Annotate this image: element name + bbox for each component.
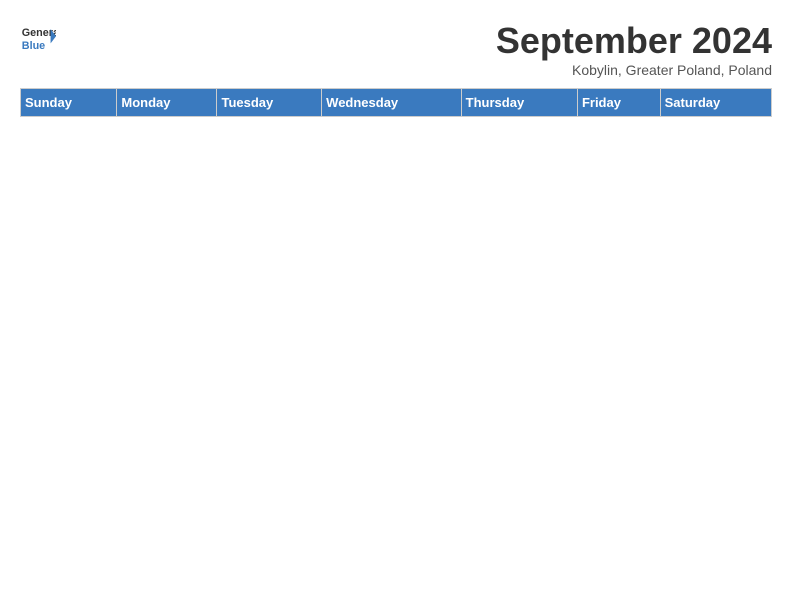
- header-tuesday: Tuesday: [217, 89, 322, 117]
- month-title: September 2024: [496, 20, 772, 62]
- header-saturday: Saturday: [660, 89, 771, 117]
- header-friday: Friday: [577, 89, 660, 117]
- logo: General Blue: [20, 20, 56, 56]
- location: Kobylin, Greater Poland, Poland: [496, 62, 772, 78]
- calendar-table: Sunday Monday Tuesday Wednesday Thursday…: [20, 88, 772, 117]
- weekday-header-row: Sunday Monday Tuesday Wednesday Thursday…: [21, 89, 772, 117]
- header-monday: Monday: [117, 89, 217, 117]
- page-header: General Blue September 2024 Kobylin, Gre…: [20, 20, 772, 78]
- svg-text:Blue: Blue: [22, 40, 45, 52]
- header-thursday: Thursday: [461, 89, 577, 117]
- header-wednesday: Wednesday: [322, 89, 462, 117]
- logo-icon: General Blue: [20, 20, 56, 56]
- title-section: September 2024 Kobylin, Greater Poland, …: [496, 20, 772, 78]
- header-sunday: Sunday: [21, 89, 117, 117]
